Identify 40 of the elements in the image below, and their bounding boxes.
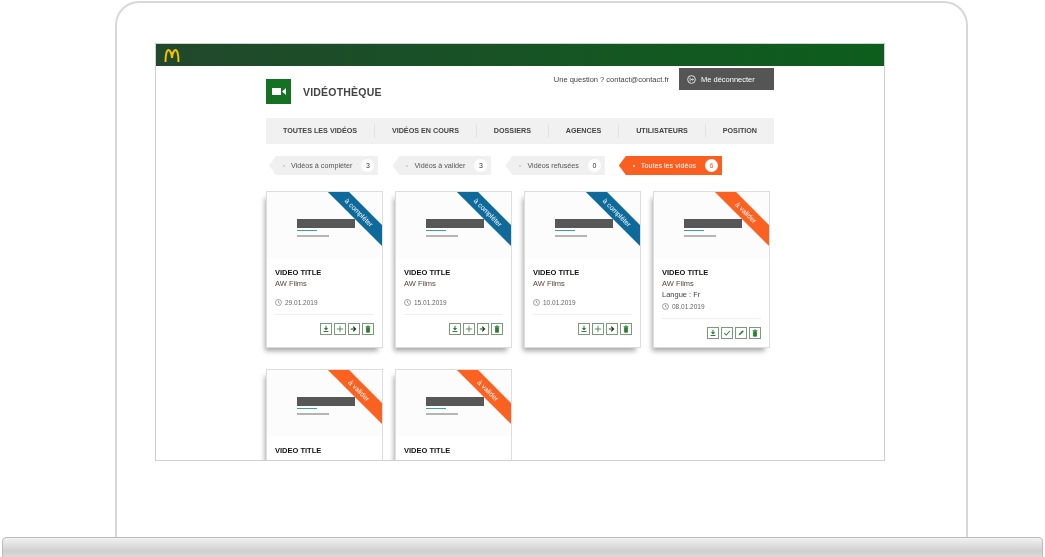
video-camera-icon xyxy=(266,79,291,104)
clock-icon xyxy=(275,299,282,306)
trash-button[interactable] xyxy=(491,323,503,335)
trash-button[interactable] xyxy=(620,323,632,335)
download-button[interactable] xyxy=(578,323,590,335)
trash-icon xyxy=(493,325,501,333)
plus-button[interactable] xyxy=(463,323,475,335)
arrow-icon xyxy=(479,325,487,333)
plus-icon xyxy=(594,325,602,333)
download-icon xyxy=(580,325,588,333)
download-button[interactable] xyxy=(320,323,332,335)
download-button[interactable] xyxy=(707,327,719,339)
trash-button[interactable] xyxy=(362,323,374,335)
pencil-icon xyxy=(737,329,745,337)
download-button[interactable] xyxy=(449,323,461,335)
plus-button[interactable] xyxy=(592,323,604,335)
pencil-button[interactable] xyxy=(735,327,747,339)
page-title: VIDÉOTHÈQUE xyxy=(303,85,382,98)
clock-icon xyxy=(533,299,540,306)
arrow-button[interactable] xyxy=(606,323,618,335)
trash-icon xyxy=(364,325,372,333)
download-icon xyxy=(322,325,330,333)
trash-icon xyxy=(622,325,630,333)
arrow-icon xyxy=(608,325,616,333)
clock-icon xyxy=(662,303,669,310)
trash-icon xyxy=(751,329,759,337)
check-button[interactable] xyxy=(721,327,733,339)
check-icon xyxy=(723,329,731,337)
download-icon xyxy=(709,329,717,337)
clock-icon xyxy=(404,299,411,306)
plus-button[interactable] xyxy=(334,323,346,335)
plus-icon xyxy=(336,325,344,333)
download-icon xyxy=(451,325,459,333)
plus-icon xyxy=(465,325,473,333)
arches-logo-icon[interactable] xyxy=(164,48,180,62)
arrow-button[interactable] xyxy=(477,323,489,335)
arrow-button[interactable] xyxy=(348,323,360,335)
logout-icon xyxy=(687,74,696,84)
trash-button[interactable] xyxy=(749,327,761,339)
arrow-icon xyxy=(350,325,358,333)
